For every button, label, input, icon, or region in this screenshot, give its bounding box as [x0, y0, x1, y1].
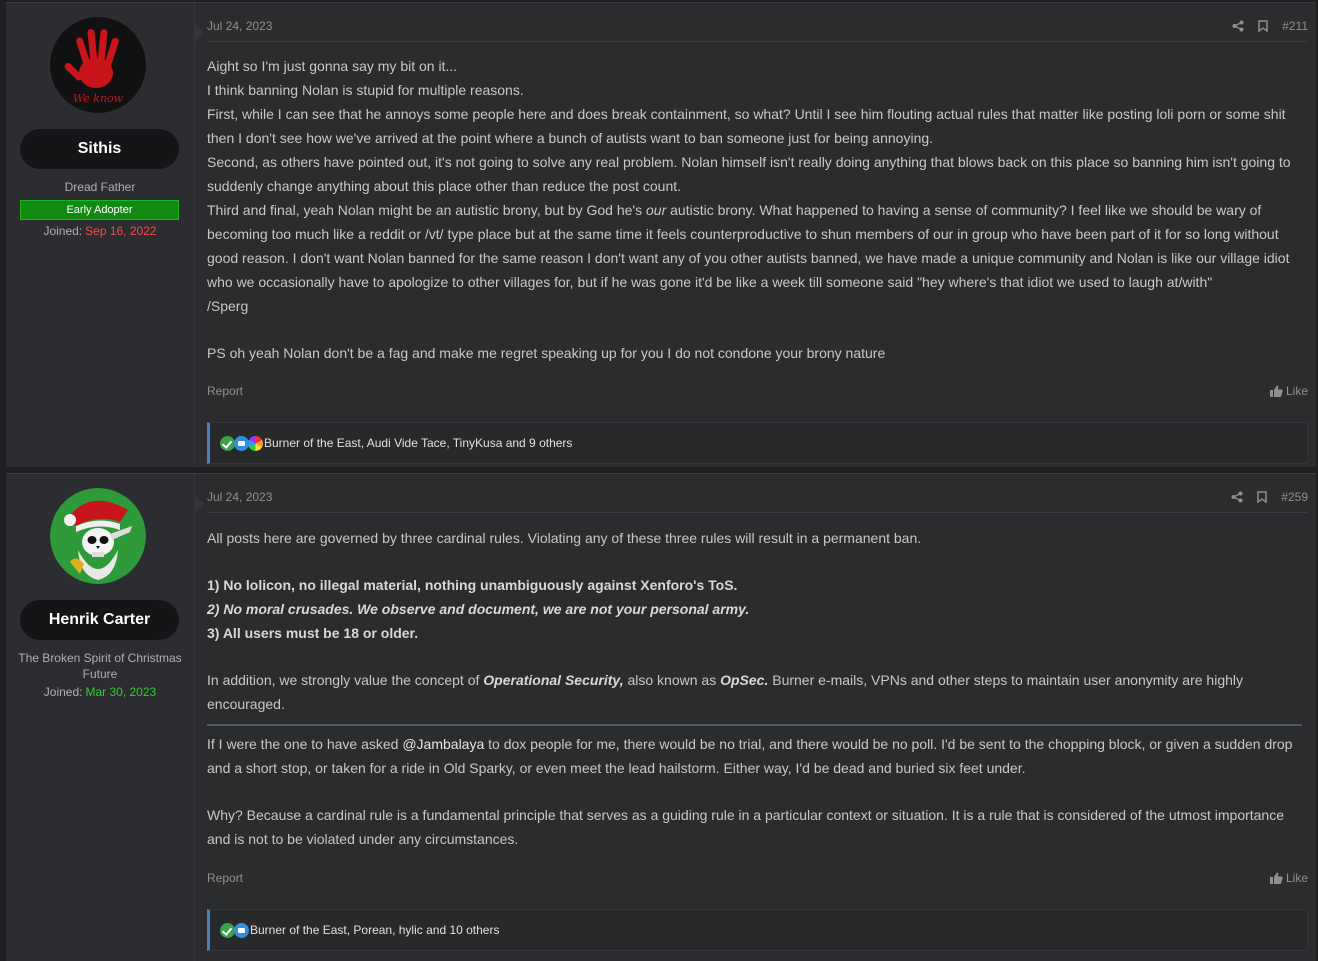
share-icon[interactable]: [1231, 491, 1243, 503]
reaction-icons: [220, 435, 263, 451]
user-title: The Broken Spirit of Christmas Future: [18, 651, 182, 681]
share-icon[interactable]: [1232, 20, 1244, 32]
avatar[interactable]: [50, 488, 146, 584]
joined-date: Mar 30, 2023: [85, 685, 157, 699]
rule-1: 1) No lolicon, no illegal material, noth…: [207, 573, 1302, 597]
like-button[interactable]: Like: [1269, 871, 1308, 885]
username[interactable]: Sithis: [20, 129, 179, 169]
like-reaction-icon: [234, 922, 249, 938]
rainbow-reaction-icon: [248, 435, 263, 451]
text-span: In addition, we strongly value the conce…: [207, 672, 484, 688]
post-date[interactable]: Jul 24, 2023: [207, 19, 272, 33]
bookmark-icon[interactable]: [1257, 491, 1268, 503]
bold-italic-text: 2) No moral crusades. We observe and doc…: [207, 601, 750, 617]
red-hand-icon: We know: [50, 17, 146, 113]
body-line: In addition, we strongly value the conce…: [207, 668, 1302, 716]
joined-info: Joined: Sep 16, 2022: [6, 224, 194, 238]
username[interactable]: Henrik Carter: [20, 600, 179, 640]
text-span: If I were the one to have asked: [207, 736, 403, 752]
bold-italic-text: Operational Security,: [483, 672, 624, 688]
reactions-bar[interactable]: Burner of the East, Porean, hylic and 10…: [207, 909, 1308, 951]
post-content: Jul 24, 2023 #211 Aight so I'm just gonn…: [207, 3, 1308, 467]
post-header: Jul 24, 2023 #211: [207, 17, 1308, 42]
like-reaction-icon: [234, 435, 249, 451]
joined-label: Joined:: [43, 685, 83, 699]
joined-info: Joined: Mar 30, 2023: [6, 685, 194, 699]
user-banner: Early Adopter: [20, 200, 179, 220]
bold-italic-text: OpSec.: [720, 672, 769, 688]
like-button[interactable]: Like: [1269, 384, 1308, 398]
post-259: Henrik Carter The Broken Spirit of Chris…: [6, 473, 1316, 961]
santa-skull-icon: [50, 488, 146, 584]
like-label: Like: [1285, 871, 1308, 885]
svg-text:We know: We know: [73, 92, 124, 105]
user-panel: Henrik Carter The Broken Spirit of Chris…: [6, 474, 195, 961]
post-body: Aight so I'm just gonna say my bit on it…: [207, 54, 1302, 365]
post-number[interactable]: #211: [1282, 19, 1308, 33]
post-tools: #259: [1231, 490, 1308, 504]
reactions-list[interactable]: Burner of the East, Audi Vide Tace, Tiny…: [264, 436, 572, 450]
post-header: Jul 24, 2023 #259: [207, 488, 1308, 513]
reactions-list[interactable]: Burner of the East, Porean, hylic and 10…: [250, 923, 499, 937]
body-line: I think banning Nolan is stupid for mult…: [207, 82, 524, 98]
user-title: Dread Father: [64, 180, 136, 194]
post-content: Jul 24, 2023 #259 All posts here are gov…: [207, 474, 1308, 961]
body-line: Third and final, yeah Nolan might be an …: [207, 198, 1302, 294]
user-panel: We know Sithis Dread Father Early Adopte…: [6, 3, 195, 467]
post-tools: #211: [1232, 19, 1308, 33]
thumbs-up-icon: [1269, 385, 1283, 397]
reactions-bar[interactable]: Burner of the East, Audi Vide Tace, Tiny…: [207, 422, 1308, 464]
body-line: If I were the one to have asked @Jambala…: [207, 732, 1302, 780]
joined-date: Sep 16, 2022: [85, 224, 157, 238]
bookmark-icon[interactable]: [1258, 20, 1268, 32]
body-line: All posts here are governed by three car…: [207, 530, 922, 546]
text-span: Third and final, yeah Nolan might be an …: [207, 202, 646, 218]
emphasis-text: our: [646, 202, 667, 218]
user-mention-link[interactable]: @Jambalaya: [402, 736, 484, 752]
quote-divider: [207, 724, 1302, 726]
rule-3: 3) All users must be 18 or older.: [207, 621, 1302, 645]
post-arrow: [194, 23, 204, 43]
post-date[interactable]: Jul 24, 2023: [207, 490, 272, 504]
reaction-icons: [220, 922, 249, 938]
body-line: /Sperg: [207, 298, 249, 314]
check-reaction-icon: [220, 435, 235, 451]
rule-2: 2) No moral crusades. We observe and doc…: [207, 597, 1302, 621]
post-211: We know Sithis Dread Father Early Adopte…: [6, 2, 1316, 467]
check-reaction-icon: [220, 922, 235, 938]
post-body: All posts here are governed by three car…: [207, 526, 1302, 851]
body-line: Aight so I'm just gonna say my bit on it…: [207, 58, 458, 74]
bold-text: 3) All users must be 18 or older.: [207, 625, 419, 641]
text-span: also known as: [623, 672, 721, 688]
joined-label: Joined:: [43, 224, 83, 238]
avatar[interactable]: We know: [50, 17, 146, 113]
post-number[interactable]: #259: [1281, 490, 1308, 504]
post-arrow: [194, 494, 204, 514]
report-link[interactable]: Report: [207, 871, 243, 885]
like-label: Like: [1285, 384, 1308, 398]
body-line: First, while I can see that he annoys so…: [207, 106, 1286, 146]
body-line: PS oh yeah Nolan don't be a fag and make…: [207, 345, 886, 361]
body-line: Second, as others have pointed out, it's…: [207, 154, 1291, 194]
body-line: Why? Because a cardinal rule is a fundam…: [207, 807, 1285, 847]
bold-text: 1) No lolicon, no illegal material, noth…: [207, 577, 738, 593]
report-link[interactable]: Report: [207, 384, 243, 398]
thumbs-up-icon: [1269, 872, 1283, 884]
